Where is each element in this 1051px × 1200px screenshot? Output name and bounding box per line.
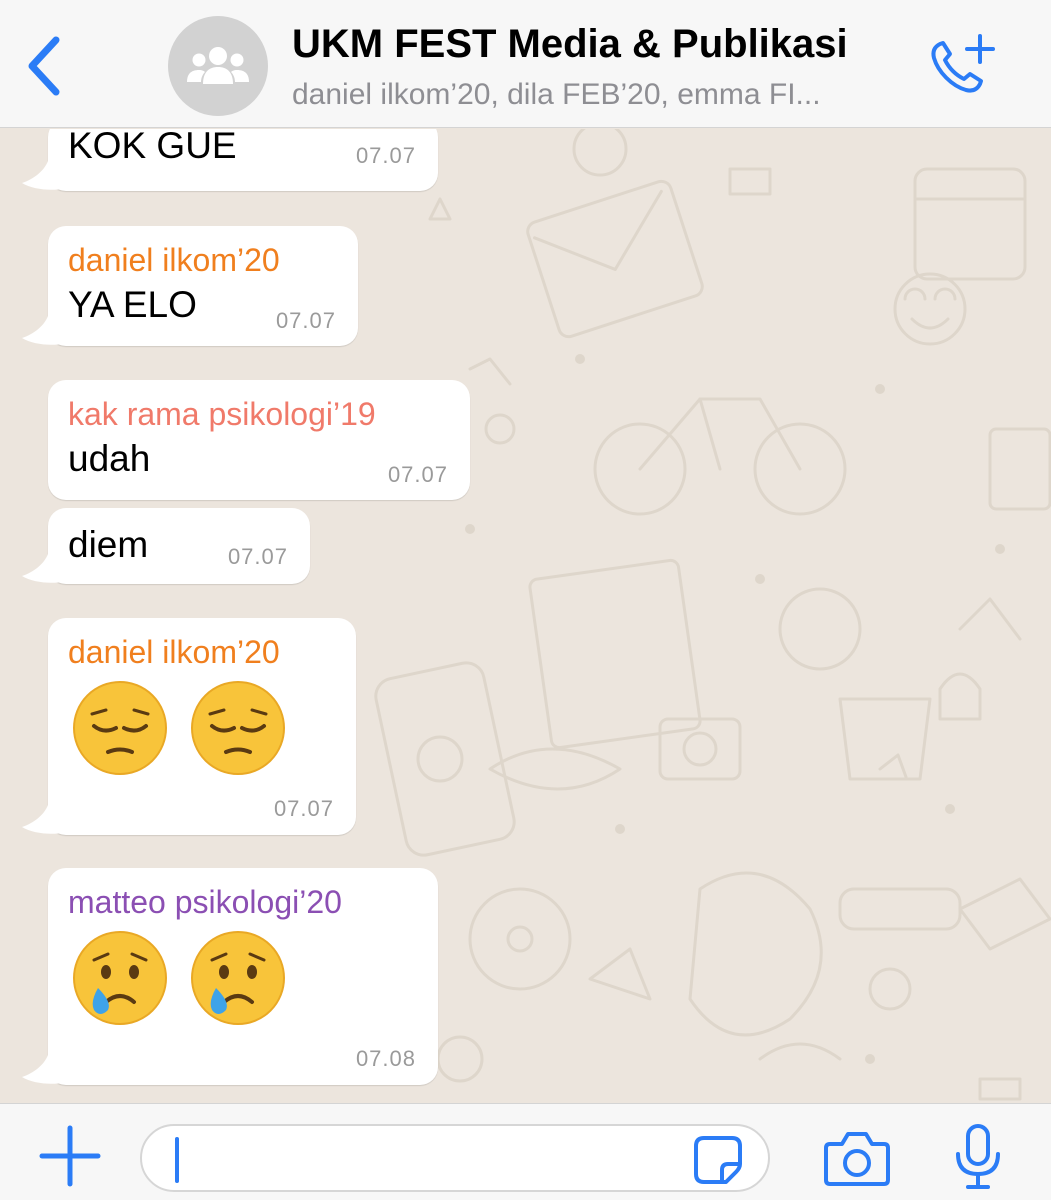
microphone-button[interactable] — [950, 1122, 1006, 1192]
message-input-bar — [0, 1103, 1051, 1200]
message-text: YA ELO — [68, 284, 197, 325]
group-members[interactable]: daniel ilkom’20, dila FEB’20, emma FI... — [292, 78, 912, 112]
message-bubble[interactable]: daniel ilkom’20 YA ELO 07.07 — [22, 226, 358, 346]
message-bubble[interactable]: daniel ilkom’20 07.07 — [22, 618, 356, 835]
message-sender[interactable]: daniel ilkom’20 — [68, 634, 280, 671]
bubble-tail — [22, 805, 62, 834]
message-time: 07.07 — [227, 544, 288, 569]
message-text: KOK GUE — [68, 129, 237, 166]
camera-icon — [824, 1132, 890, 1186]
message-bubble[interactable]: kak rama psikologi’19 udah 07.07 — [48, 380, 470, 500]
message-time: 07.07 — [355, 143, 416, 168]
group-title[interactable]: UKM FEST Media & Publikasi — [292, 22, 912, 67]
message-bubble[interactable]: matteo psikologi’20 07.08 — [22, 868, 438, 1085]
chevron-left-icon — [28, 36, 60, 96]
chat-header: UKM FEST Media & Publikasi daniel ilkom’… — [0, 0, 1051, 128]
bubble-tail — [22, 161, 62, 190]
group-avatar[interactable] — [168, 16, 268, 116]
message-time: 07.07 — [275, 308, 336, 333]
add-call-icon — [931, 34, 995, 93]
message-text-field[interactable] — [140, 1124, 770, 1192]
message-time: 07.07 — [273, 796, 334, 821]
bubble-tail — [22, 554, 62, 583]
message-time: 07.08 — [355, 1046, 416, 1071]
sticker-icon — [694, 1136, 742, 1184]
message-bubble[interactable]: diem 07.07 — [22, 508, 310, 584]
sticker-button[interactable] — [692, 1134, 744, 1186]
group-icon — [187, 47, 249, 84]
message-sender[interactable]: matteo psikologi’20 — [68, 884, 342, 921]
message-text: diem — [68, 524, 149, 565]
pensive-face-emoji — [191, 681, 285, 775]
emoji-row — [72, 930, 286, 1026]
message-sender[interactable]: daniel ilkom’20 — [68, 242, 280, 279]
back-button[interactable] — [22, 34, 66, 98]
emoji-row — [72, 680, 286, 776]
message-sender[interactable]: kak rama psikologi’19 — [68, 396, 376, 433]
message-time: 07.07 — [387, 462, 448, 487]
microphone-icon — [956, 1124, 1000, 1189]
message-bubble[interactable]: KOK GUE 07.07 — [22, 129, 438, 191]
message-input[interactable] — [186, 1134, 666, 1184]
pensive-face-emoji — [73, 681, 167, 775]
crying-face-emoji — [191, 931, 285, 1025]
bubble-tail — [22, 316, 62, 345]
message-text: udah — [68, 438, 151, 479]
attach-button[interactable] — [38, 1124, 102, 1188]
camera-button[interactable] — [822, 1128, 892, 1188]
chat-area[interactable]: KOK GUE 07.07 daniel ilkom’20 YA ELO 07.… — [0, 129, 1051, 1103]
plus-icon — [39, 1125, 101, 1187]
bubble-tail — [22, 1055, 62, 1084]
text-cursor — [175, 1137, 179, 1183]
crying-face-emoji — [73, 931, 167, 1025]
add-call-button[interactable] — [926, 34, 1000, 98]
